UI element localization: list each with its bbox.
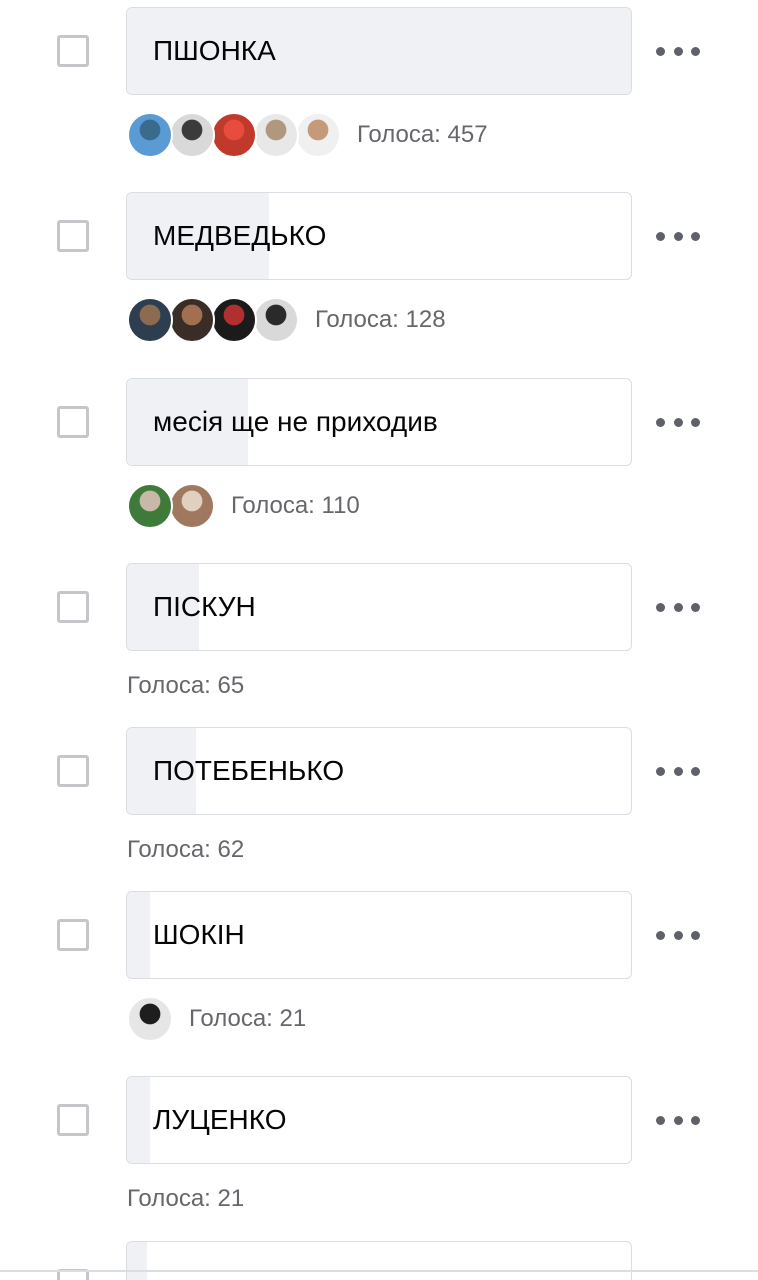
more-dot: [691, 930, 700, 940]
more-dot: [673, 766, 683, 776]
avatar[interactable]: [211, 112, 257, 158]
poll-options-list: ПШОНКА Голоса: 457 МЕДВЕДЬКО Голоса: 128 мес…: [0, 0, 758, 1280]
more-horizontal-icon[interactable]: [656, 407, 700, 437]
more-dot: [656, 602, 665, 612]
more-horizontal-icon[interactable]: [656, 592, 700, 622]
poll-option-bar[interactable]: месія ще не приходив: [126, 378, 632, 466]
vote-share-fill: [127, 892, 150, 978]
more-dot: [673, 46, 683, 56]
avatar[interactable]: [211, 297, 257, 343]
more-dot: [691, 231, 700, 241]
more-horizontal-icon[interactable]: [656, 920, 700, 950]
poll-option-voters: Голоса: 21: [127, 1175, 244, 1223]
voter-avatars[interactable]: [127, 112, 341, 158]
vote-count[interactable]: Голоса: 65: [127, 672, 244, 700]
more-dot: [691, 766, 700, 776]
poll-option-bar[interactable]: ПІСКУН: [126, 563, 632, 651]
checkbox-unchecked-icon[interactable]: [57, 591, 89, 623]
more-dot: [691, 417, 700, 427]
checkbox-unchecked-icon[interactable]: [57, 1104, 89, 1136]
poll-option-voters: Голоса: 110: [127, 482, 360, 530]
more-dot: [691, 1115, 700, 1125]
poll-option-voters: Голоса: 65: [127, 662, 244, 710]
poll-option-label: месія ще не приходив: [153, 406, 438, 437]
poll-option-bar[interactable]: ШОКІН: [126, 891, 632, 979]
avatar[interactable]: [127, 483, 173, 529]
checkbox-unchecked-icon[interactable]: [57, 35, 89, 67]
poll-option-bar[interactable]: МЕДВЕДЬКО: [126, 192, 632, 280]
avatar[interactable]: [169, 112, 215, 158]
more-dot: [656, 930, 665, 940]
avatar[interactable]: [253, 112, 299, 158]
more-horizontal-icon[interactable]: [656, 36, 700, 66]
voter-avatars[interactable]: [127, 483, 215, 529]
poll-option-voters: Голоса: 128: [127, 296, 446, 344]
more-dot: [656, 231, 665, 241]
vote-count[interactable]: Голоса: 128: [315, 306, 446, 334]
avatar[interactable]: [127, 112, 173, 158]
more-dot: [673, 417, 683, 427]
voter-avatars[interactable]: [127, 297, 299, 343]
poll-option-label: ПШОНКА: [153, 35, 276, 66]
poll-option-bar[interactable]: ЛУЦЕНКО: [126, 1076, 632, 1164]
more-dot: [656, 766, 665, 776]
poll-option-label: ШОКІН: [153, 919, 245, 950]
checkbox-unchecked-icon[interactable]: [57, 220, 89, 252]
poll-option-bar[interactable]: ПОТЕБЕНЬКО: [126, 727, 632, 815]
checkbox-unchecked-icon[interactable]: [57, 406, 89, 438]
checkbox-unchecked-icon[interactable]: [57, 755, 89, 787]
bottom-divider: [0, 1270, 758, 1272]
more-horizontal-icon[interactable]: [656, 756, 700, 786]
avatar[interactable]: [127, 297, 173, 343]
vote-count[interactable]: Голоса: 457: [357, 121, 488, 149]
more-dot: [691, 602, 700, 612]
poll-option-bar[interactable]: ПШОНКА: [126, 7, 632, 95]
avatar[interactable]: [253, 297, 299, 343]
more-dot: [656, 46, 665, 56]
poll-option-bar[interactable]: [126, 1241, 632, 1280]
checkbox-unchecked-icon[interactable]: [57, 919, 89, 951]
vote-count[interactable]: Голоса: 21: [127, 1185, 244, 1213]
avatar[interactable]: [169, 297, 215, 343]
avatar[interactable]: [169, 483, 215, 529]
more-dot: [673, 231, 683, 241]
more-horizontal-icon[interactable]: [656, 1105, 700, 1135]
more-dot: [673, 1115, 683, 1125]
vote-count[interactable]: Голоса: 62: [127, 836, 244, 864]
poll-option-label: ЛУЦЕНКО: [153, 1104, 287, 1135]
avatar[interactable]: [127, 996, 173, 1042]
vote-count[interactable]: Голоса: 110: [231, 492, 360, 520]
poll-option-voters: Голоса: 62: [127, 826, 244, 874]
poll-option-label: ПОТЕБЕНЬКО: [153, 755, 345, 786]
vote-share-fill: [127, 1242, 147, 1280]
vote-count[interactable]: Голоса: 21: [189, 1005, 306, 1033]
more-horizontal-icon[interactable]: [656, 221, 700, 251]
poll-option-voters: Голоса: 21: [127, 995, 306, 1043]
voter-avatars[interactable]: [127, 996, 173, 1042]
avatar[interactable]: [295, 112, 341, 158]
more-dot: [691, 46, 700, 56]
vote-share-fill: [127, 1077, 150, 1163]
poll-option-voters: Голоса: 457: [127, 111, 488, 159]
more-dot: [673, 602, 683, 612]
more-dot: [656, 1115, 665, 1125]
poll-option-label: ПІСКУН: [153, 591, 256, 622]
more-dot: [656, 417, 665, 427]
poll-option-label: МЕДВЕДЬКО: [153, 220, 327, 251]
more-dot: [673, 930, 683, 940]
